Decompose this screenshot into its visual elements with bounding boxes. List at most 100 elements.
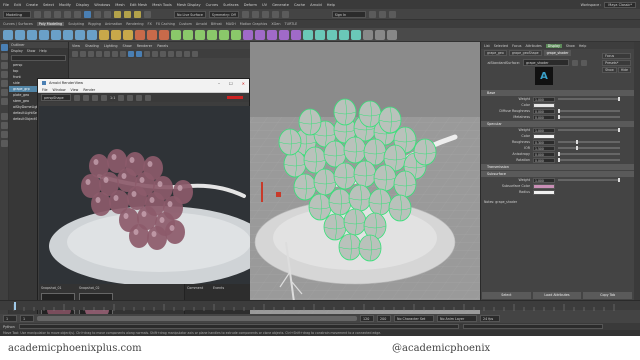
alpha-channel-icon[interactable]: [127, 94, 134, 101]
render-stop-icon[interactable]: [83, 94, 89, 101]
viewport-menu-shading[interactable]: Shading: [85, 44, 99, 48]
target-weld-icon[interactable]: [255, 29, 265, 40]
delete-history-icon[interactable]: [387, 29, 397, 40]
shelf-tab-custom[interactable]: Custom: [179, 22, 192, 26]
viewport-menu-view[interactable]: View: [72, 44, 80, 48]
grape-mesh[interactable]: [333, 162, 357, 190]
snap-curve-icon[interactable]: [124, 10, 131, 18]
grape-mesh[interactable]: [353, 160, 377, 188]
menu-surfaces[interactable]: Surfaces: [223, 3, 239, 7]
ambient-occlusion-icon[interactable]: [168, 50, 174, 57]
render-frame-icon[interactable]: [241, 10, 249, 18]
snap-grid-icon[interactable]: [114, 10, 121, 18]
poly-plane-icon[interactable]: [63, 29, 73, 40]
character-set-dropdown[interactable]: No Character Set: [394, 315, 434, 322]
viewport-3d[interactable]: [250, 42, 480, 332]
ae-node-name-field[interactable]: grape_shader: [523, 59, 569, 66]
wireframe-icon[interactable]: [128, 50, 134, 57]
menu-curves[interactable]: Curves: [206, 3, 218, 7]
select-tool-icon[interactable]: [1, 44, 8, 51]
color-swatch[interactable]: [533, 133, 555, 139]
bevel-icon[interactable]: [207, 29, 217, 40]
rotate-tool-icon[interactable]: [1, 80, 8, 87]
snap-surface-icon[interactable]: [144, 10, 151, 18]
shelf-tab-fx[interactable]: FX: [148, 22, 152, 26]
menu-display[interactable]: Display: [76, 3, 89, 7]
slider-handle[interactable]: [576, 146, 578, 150]
lasso-tool-icon[interactable]: [1, 53, 8, 60]
grape-mesh[interactable]: [373, 164, 397, 192]
menu-mesh-tools[interactable]: Mesh Tools: [152, 3, 171, 7]
append-polygon-icon[interactable]: [231, 29, 241, 40]
extrude-icon[interactable]: [183, 29, 193, 40]
ae-value-field[interactable]: 0.300: [533, 139, 555, 145]
uv-editor-icon[interactable]: [303, 29, 313, 40]
fps-dropdown[interactable]: 24 fps: [480, 315, 500, 322]
renderview-menu-window[interactable]: Window: [53, 88, 66, 92]
grape-mesh[interactable]: [298, 108, 322, 136]
ae-slider[interactable]: [558, 158, 620, 162]
motion-blur-icon[interactable]: [176, 50, 182, 57]
save-scene-icon[interactable]: [54, 10, 61, 18]
grape-mesh[interactable]: [323, 213, 347, 241]
snapshot-icon[interactable]: [136, 94, 143, 101]
persp-outliner-icon[interactable]: [1, 131, 8, 138]
slider-handle[interactable]: [558, 109, 560, 113]
grape-mesh[interactable]: [333, 98, 357, 126]
menu-create[interactable]: Create: [26, 3, 38, 7]
grape-mesh[interactable]: [328, 188, 352, 216]
select-button[interactable]: Select: [482, 292, 531, 299]
slider-handle[interactable]: [576, 140, 578, 144]
poly-cylinder-icon[interactable]: [27, 29, 37, 40]
sign-in-button[interactable]: Sign In: [331, 10, 366, 18]
boolean-difference-icon[interactable]: [147, 29, 157, 40]
renderview-menu-file[interactable]: File: [42, 88, 48, 92]
live-surface-field[interactable]: No Live Surface: [174, 10, 206, 18]
combine-icon[interactable]: [99, 29, 109, 40]
ae-menu-selected[interactable]: Selected: [494, 44, 508, 48]
shelf-tab-bifrost[interactable]: Bifrost: [211, 22, 222, 26]
ae-menu-attributes[interactable]: Attributes: [525, 44, 541, 48]
toggle-attribute-editor-icon[interactable]: [378, 10, 386, 18]
toggle-channel-box-icon[interactable]: [388, 10, 396, 18]
ae-slider[interactable]: [558, 178, 620, 182]
grape-mesh[interactable]: [293, 173, 317, 201]
outliner-menu-help[interactable]: Help: [39, 48, 46, 54]
grape-mesh[interactable]: [413, 138, 437, 166]
ae-value-field[interactable]: 0.000: [533, 151, 555, 157]
shelf-tab-motion-graphics[interactable]: Motion Graphics: [240, 22, 268, 26]
outliner-menu-display[interactable]: Display: [11, 48, 23, 54]
slider-handle[interactable]: [558, 158, 560, 162]
render-settings-icon[interactable]: [261, 10, 269, 18]
viewport-menu-panels[interactable]: Panels: [157, 44, 168, 48]
quad-draw-icon[interactable]: [267, 29, 277, 40]
grape-mesh[interactable]: [308, 193, 332, 221]
bridge-icon[interactable]: [195, 29, 205, 40]
single-view-icon[interactable]: [1, 113, 8, 120]
menu-cache[interactable]: Cache: [294, 3, 305, 7]
maximize-icon[interactable]: ☐: [229, 81, 233, 86]
ae-value-field[interactable]: 1.000: [533, 177, 555, 183]
ae-slider[interactable]: [558, 152, 620, 156]
range-bar[interactable]: [37, 316, 357, 321]
shadows-icon[interactable]: [160, 50, 166, 57]
use-lights-icon[interactable]: [152, 50, 158, 57]
insert-edge-loop-icon[interactable]: [291, 29, 301, 40]
shelf-tab-rigging[interactable]: Rigging: [88, 22, 101, 26]
shelf-tab-poly-modeling[interactable]: Poly Modeling: [36, 22, 65, 26]
freeze-transform-icon[interactable]: [363, 29, 373, 40]
select-component-icon[interactable]: [104, 10, 111, 18]
toggle-modeling-toolkit-icon[interactable]: [368, 10, 376, 18]
move-tool-icon[interactable]: [1, 71, 8, 78]
close-icon[interactable]: ✕: [242, 81, 245, 86]
workspace-selector[interactable]: Workspace : Maya Classic*: [581, 1, 636, 8]
ae-value-field[interactable]: 0.000: [533, 108, 555, 114]
image-plane-icon[interactable]: [96, 50, 102, 57]
ae-slider[interactable]: [558, 109, 620, 113]
mirror-icon[interactable]: [171, 29, 181, 40]
cylindrical-map-icon[interactable]: [339, 29, 349, 40]
ae-value-field[interactable]: 0.000: [533, 114, 555, 120]
range-start-field[interactable]: 1: [3, 315, 17, 322]
grape-mesh[interactable]: [393, 170, 417, 198]
ae-node-tab[interactable]: grape_geoShape: [508, 49, 542, 56]
